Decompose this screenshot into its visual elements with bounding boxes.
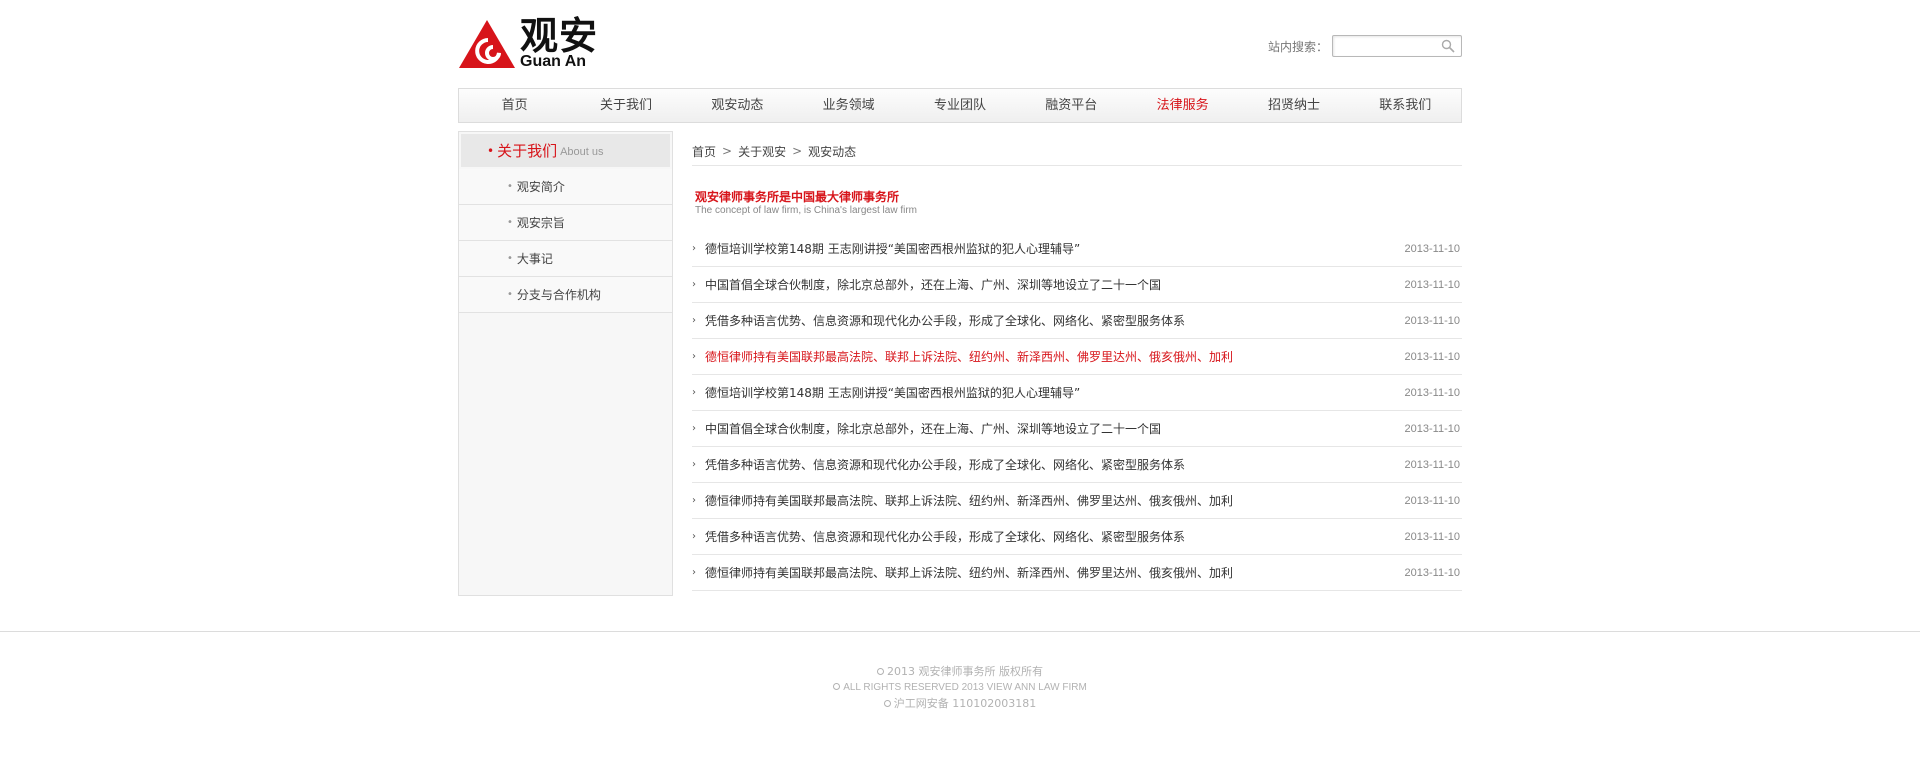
- list-item[interactable]: › 德恒律师持有美国联邦最高法院、联邦上诉法院、纽约州、新泽西州、佛罗里达州、俄亥…: [692, 339, 1462, 375]
- arrow-bullet-icon: ›: [692, 566, 696, 578]
- article-title[interactable]: 德恒培训学校第148期 王志刚讲授“美国密西根州监狱的犯人心理辅导”: [705, 384, 1080, 401]
- search-box: [1332, 35, 1462, 57]
- search-icon[interactable]: [1441, 39, 1455, 53]
- article-date: 2013-11-10: [1404, 350, 1460, 363]
- search-label: 站内搜索：: [1267, 39, 1328, 54]
- list-item[interactable]: › 德恒培训学校第148期 王志刚讲授“美国密西根州监狱的犯人心理辅导” 2013-…: [692, 231, 1462, 267]
- article-date: 2013-11-10: [1404, 386, 1460, 399]
- article-title[interactable]: 德恒培训学校第148期 王志刚讲授“美国密西根州监狱的犯人心理辅导”: [705, 240, 1080, 257]
- section-subtitle: The concept of law firm, is China's larg…: [695, 205, 917, 216]
- article-date: 2013-11-10: [1404, 458, 1460, 471]
- arrow-bullet-icon: ›: [692, 350, 696, 362]
- logo-name-cn: 观安: [520, 13, 599, 58]
- copyright-icon: [877, 668, 884, 675]
- arrow-bullet-icon: ›: [692, 386, 696, 398]
- sidebar-item-label: 大事记: [516, 252, 553, 266]
- list-item[interactable]: › 凭借多种语言优势、信息资源和现代化办公手段，形成了全球化、网络化、紧密型服务体…: [692, 519, 1462, 555]
- list-item[interactable]: › 凭借多种语言优势、信息资源和现代化办公手段，形成了全球化、网络化、紧密型服务体…: [692, 303, 1462, 339]
- sidebar-item[interactable]: • 大事记: [459, 241, 672, 277]
- arrow-bullet-icon: ›: [692, 422, 696, 434]
- section-title: 观安律师事务所是中国最大律师事务所: [695, 190, 900, 204]
- list-item[interactable]: › 中国首倡全球合伙制度，除北京总部外，还在上海、广州、深圳等地设立了二十一个国 2…: [692, 411, 1462, 447]
- badge-icon: [883, 700, 891, 707]
- arrow-bullet-icon: ›: [692, 278, 696, 290]
- sidebar: • 关于我们 About us • 观安简介 • 观安宗旨 • 大事记 • 分支与合作机构: [458, 131, 673, 596]
- chevron-right-icon: >: [722, 144, 733, 158]
- main-content: 首页 > 关于观安 > 观安动态 观安律师事务所是中国最大律师事务所 The c…: [692, 131, 1462, 591]
- arrow-bullet-icon: ›: [692, 530, 696, 542]
- sidebar-item[interactable]: • 观安简介: [459, 169, 672, 205]
- article-title[interactable]: 德恒律师持有美国联邦最高法院、联邦上诉法院、纽约州、新泽西州、佛罗里达州、俄亥俄…: [705, 348, 1233, 365]
- nav-item[interactable]: 联系我们: [1350, 89, 1461, 122]
- footer-rights: ALL RIGHTS RESERVED 2013 VIEW ANN LAW FI…: [843, 682, 1087, 693]
- article-date: 2013-11-10: [1404, 494, 1460, 507]
- article-title[interactable]: 凭借多种语言优势、信息资源和现代化办公手段，形成了全球化、网络化、紧密型服务体系: [705, 528, 1185, 545]
- breadcrumb-home[interactable]: 首页: [692, 143, 716, 160]
- article-title[interactable]: 中国首倡全球合伙制度，除北京总部外，还在上海、广州、深圳等地设立了二十一个国: [705, 420, 1161, 437]
- site-search: 站内搜索：: [1268, 35, 1462, 57]
- article-title[interactable]: 凭借多种语言优势、信息资源和现代化办公手段，形成了全球化、网络化、紧密型服务体系: [705, 312, 1185, 329]
- sidebar-list: • 观安简介 • 观安宗旨 • 大事记 • 分支与合作机构: [459, 169, 672, 313]
- arrow-bullet-icon: ›: [692, 494, 696, 506]
- article-title[interactable]: 中国首倡全球合伙制度，除北京总部外，还在上海、广州、深圳等地设立了二十一个国: [705, 276, 1161, 293]
- footer-icp-line: 沪工网安备 110102003181: [0, 696, 1920, 712]
- logo-name-en: Guan An: [520, 53, 587, 70]
- header: 观安 Guan An 站内搜索：: [458, 0, 1462, 88]
- logo-mark-icon: [459, 20, 515, 68]
- sidebar-subtitle: About us: [560, 146, 604, 158]
- article-list: › 德恒培训学校第148期 王志刚讲授“美国密西根州监狱的犯人心理辅导” 2013-…: [692, 231, 1462, 591]
- nav-item[interactable]: 首页: [459, 89, 570, 122]
- sidebar-item-label: 分支与合作机构: [516, 288, 601, 302]
- list-item[interactable]: › 德恒培训学校第148期 王志刚讲授“美国密西根州监狱的犯人心理辅导” 2013-…: [692, 375, 1462, 411]
- footer-copyright: 2013 观安律师事务所 版权所有: [887, 665, 1043, 678]
- breadcrumb-current: 观安动态: [808, 144, 857, 159]
- sidebar-item[interactable]: • 分支与合作机构: [459, 277, 672, 313]
- article-date: 2013-11-10: [1404, 422, 1460, 435]
- bullet-icon: •: [507, 289, 513, 300]
- list-item[interactable]: › 德恒律师持有美国联邦最高法院、联邦上诉法院、纽约州、新泽西州、佛罗里达州、俄亥…: [692, 555, 1462, 591]
- sidebar-item-label: 观安简介: [516, 180, 565, 194]
- logo[interactable]: 观安 Guan An: [458, 13, 599, 70]
- search-input[interactable]: [1333, 37, 1437, 57]
- main-nav: 首页 关于我们 观安动态 业务领域 专业团队 融资平台 法律服务 招贤纳士 联系我们: [458, 88, 1462, 123]
- bullet-icon: •: [507, 181, 513, 192]
- footer-icp: 沪工网安备 110102003181: [893, 697, 1037, 710]
- footer-copyright-line: 2013 观安律师事务所 版权所有: [0, 664, 1920, 680]
- sidebar-item-label: 观安宗旨: [516, 216, 565, 230]
- sidebar-header: • 关于我们 About us: [461, 134, 670, 167]
- nav-item[interactable]: 关于我们: [570, 89, 681, 122]
- sidebar-item[interactable]: • 观安宗旨: [459, 205, 672, 241]
- bullet-icon: •: [507, 217, 513, 228]
- bullet-icon: •: [507, 253, 513, 264]
- breadcrumb-about[interactable]: 关于观安: [738, 143, 786, 160]
- nav-item[interactable]: 融资平台: [1016, 89, 1127, 122]
- article-title[interactable]: 德恒律师持有美国联邦最高法院、联邦上诉法院、纽约州、新泽西州、佛罗里达州、俄亥俄…: [705, 492, 1233, 509]
- nav-item[interactable]: 观安动态: [682, 89, 793, 122]
- nav-item[interactable]: 法律服务: [1127, 89, 1238, 122]
- arrow-bullet-icon: ›: [692, 458, 696, 470]
- bullet-icon: •: [487, 143, 495, 158]
- section-heading: 观安律师事务所是中国最大律师事务所 The concept of law fir…: [695, 190, 1462, 217]
- chevron-right-icon: >: [792, 144, 803, 158]
- nav-item[interactable]: 业务领域: [793, 89, 904, 122]
- nav-item[interactable]: 招贤纳士: [1238, 89, 1349, 122]
- list-item[interactable]: › 凭借多种语言优势、信息资源和现代化办公手段，形成了全球化、网络化、紧密型服务体…: [692, 447, 1462, 483]
- list-item[interactable]: › 德恒律师持有美国联邦最高法院、联邦上诉法院、纽约州、新泽西州、佛罗里达州、俄亥…: [692, 483, 1462, 519]
- article-date: 2013-11-10: [1404, 314, 1460, 327]
- article-date: 2013-11-10: [1404, 566, 1460, 579]
- breadcrumb: 首页 > 关于观安 > 观安动态: [692, 131, 1462, 166]
- copyright-icon: [833, 683, 841, 690]
- article-title[interactable]: 凭借多种语言优势、信息资源和现代化办公手段，形成了全球化、网络化、紧密型服务体系: [705, 456, 1185, 473]
- list-item[interactable]: › 中国首倡全球合伙制度，除北京总部外，还在上海、广州、深圳等地设立了二十一个国 2…: [692, 267, 1462, 303]
- arrow-bullet-icon: ›: [692, 242, 696, 254]
- footer-rights-line: ALL RIGHTS RESERVED 2013 VIEW ANN LAW FI…: [0, 680, 1920, 696]
- sidebar-title: 关于我们: [497, 142, 558, 160]
- nav-item[interactable]: 专业团队: [904, 89, 1015, 122]
- article-date: 2013-11-10: [1404, 278, 1460, 291]
- arrow-bullet-icon: ›: [692, 314, 696, 326]
- footer: 2013 观安律师事务所 版权所有 ALL RIGHTS RESERVED 20…: [0, 631, 1920, 757]
- article-title[interactable]: 德恒律师持有美国联邦最高法院、联邦上诉法院、纽约州、新泽西州、佛罗里达州、俄亥俄…: [705, 564, 1233, 581]
- article-date: 2013-11-10: [1404, 242, 1460, 255]
- article-date: 2013-11-10: [1404, 530, 1460, 543]
